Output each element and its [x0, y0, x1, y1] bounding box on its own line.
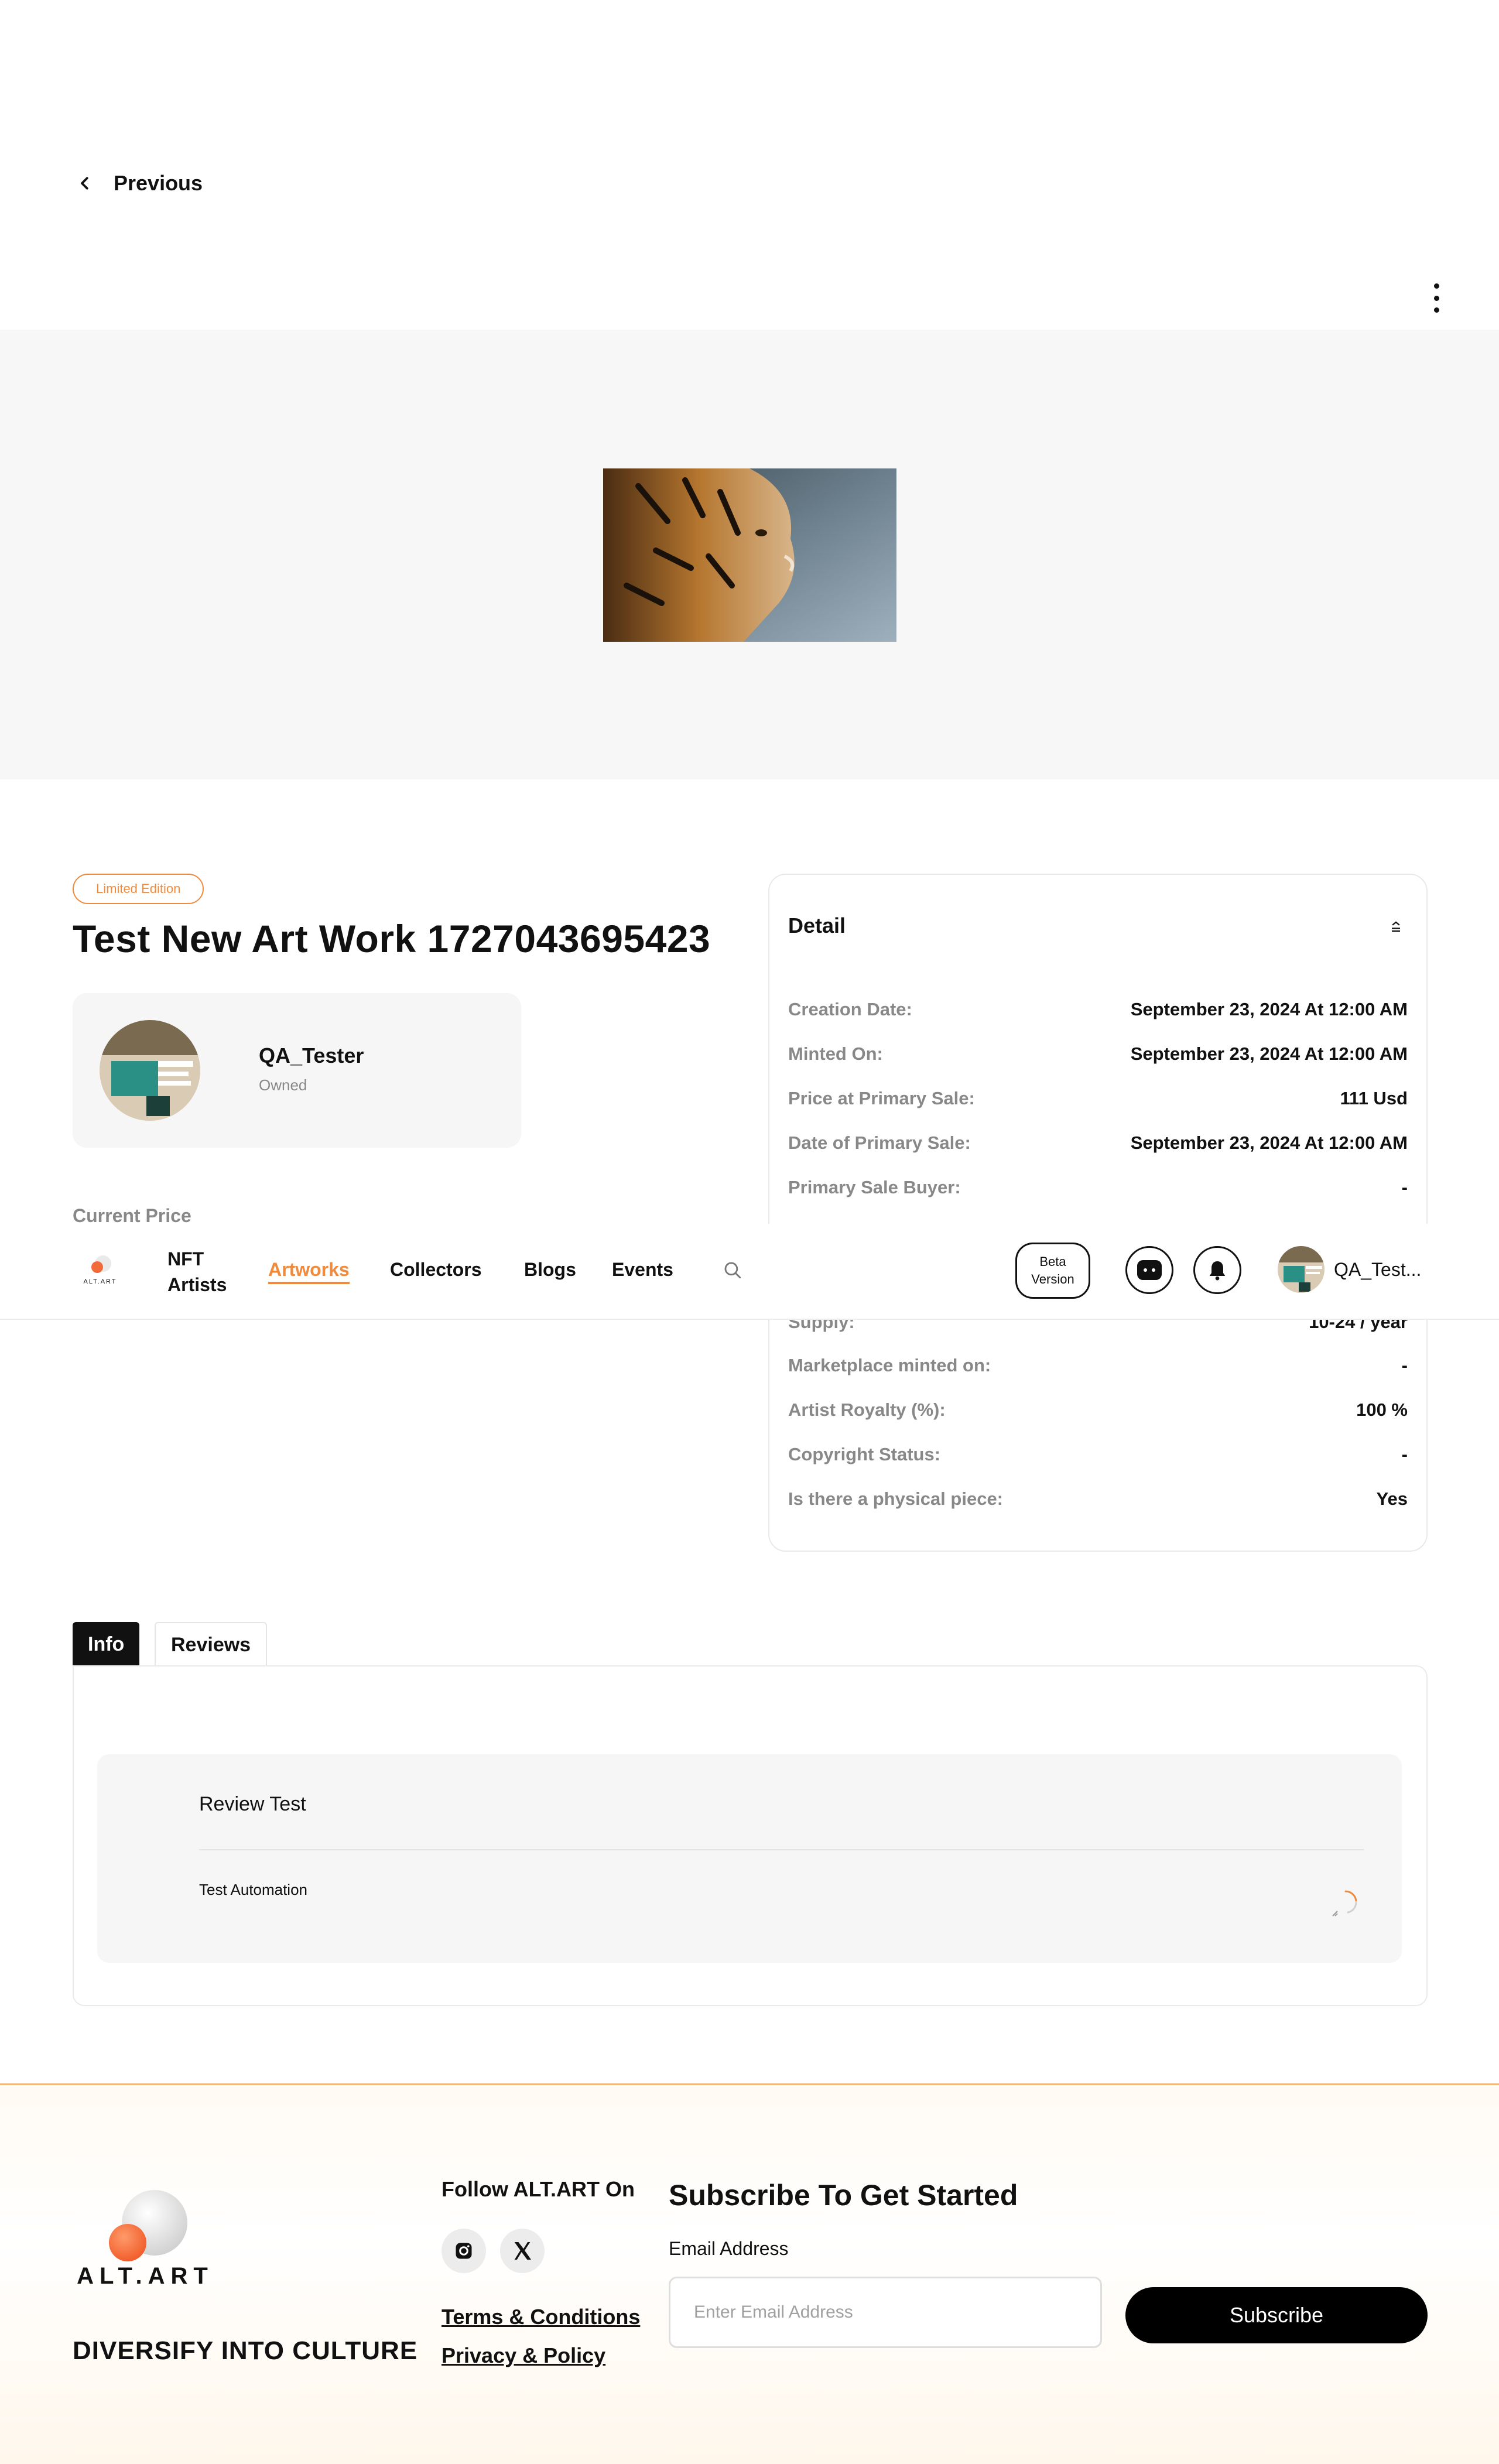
subscribe-button[interactable]: Subscribe	[1125, 2287, 1428, 2343]
x-twitter-button[interactable]	[500, 2229, 545, 2273]
chat-icon	[1137, 1260, 1162, 1280]
detail-label: Primary Sale Buyer:	[788, 1177, 961, 1197]
nav-item-nft-line2: Artists	[167, 1274, 227, 1295]
detail-value: 100 %	[1356, 1399, 1408, 1420]
detail-row: Copyright Status: -	[788, 1442, 1408, 1467]
detail-row: Creation Date: September 23, 2024 At 12:…	[788, 997, 1408, 1022]
terms-link[interactable]: Terms & Conditions	[442, 2305, 640, 2329]
bell-icon	[1209, 1261, 1226, 1281]
edition-badge: Limited Edition	[73, 874, 204, 904]
detail-value: -	[1401, 1177, 1408, 1197]
nav-item-nft-artists[interactable]: NFT Artists	[167, 1246, 227, 1298]
artwork-title: Test New Art Work 1727043695423	[73, 917, 711, 960]
detail-label: Creation Date:	[788, 999, 912, 1019]
detail-row: Is there a physical piece: Yes	[788, 1486, 1408, 1512]
nav-item-events[interactable]: Events	[612, 1259, 673, 1281]
detail-label: Minted On:	[788, 1043, 883, 1064]
detail-title: Detail	[788, 913, 846, 937]
nav-item-blogs[interactable]: Blogs	[524, 1259, 576, 1281]
privacy-link[interactable]: Privacy & Policy	[442, 2343, 605, 2368]
tab-info[interactable]: Info	[73, 1622, 140, 1666]
detail-label: Artist Royalty (%):	[788, 1399, 946, 1420]
detail-value: September 23, 2024 At 12:00 AM	[1130, 1132, 1408, 1153]
user-avatar[interactable]	[1278, 1246, 1325, 1293]
detail-row: Marketplace minted on: -	[788, 1353, 1408, 1378]
detail-label: Is there a physical piece:	[788, 1488, 1004, 1509]
email-label: Email Address	[669, 2238, 789, 2259]
search-icon[interactable]	[723, 1260, 742, 1280]
detail-value: 111 Usd	[1340, 1088, 1408, 1108]
altart-logo[interactable]: ALT.ART	[73, 1252, 128, 1287]
collapse-icon[interactable]	[1388, 918, 1404, 935]
x-icon	[514, 2242, 531, 2260]
review-body: Test Automation	[199, 1881, 307, 1898]
instagram-button[interactable]	[442, 2229, 486, 2273]
footer	[0, 2083, 1499, 2464]
instagram-icon	[456, 2243, 472, 2259]
follow-label: Follow ALT.ART On	[442, 2177, 635, 2201]
subscribe-title: Subscribe To Get Started	[669, 2179, 1018, 2212]
chat-button[interactable]	[1125, 1246, 1173, 1294]
detail-label: Marketplace minted on:	[788, 1355, 991, 1375]
email-input[interactable]	[669, 2277, 1102, 2348]
detail-label: Copyright Status:	[788, 1444, 941, 1464]
owner-status: Owned	[259, 1076, 307, 1094]
footer-logo-text: ALT.ART	[77, 2263, 214, 2289]
detail-row: Price at Primary Sale: 111 Usd	[788, 1086, 1408, 1111]
detail-value: September 23, 2024 At 12:00 AM	[1130, 1043, 1408, 1064]
detail-row: Primary Sale Buyer: -	[788, 1175, 1408, 1200]
logo-text: ALT.ART	[84, 1278, 117, 1285]
previous-button[interactable]: Previous	[76, 171, 203, 196]
detail-label: Date of Primary Sale:	[788, 1132, 971, 1153]
review-card	[97, 1754, 1402, 1963]
tagline: DIVERSIFY INTO CULTURE	[73, 2336, 418, 2365]
detail-row: Minted On: September 23, 2024 At 12:00 A…	[788, 1041, 1408, 1067]
beta-line2: Version	[1031, 1272, 1074, 1286]
avatar[interactable]	[100, 1020, 200, 1121]
current-price-label: Current Price	[73, 1205, 191, 1223]
detail-value: September 23, 2024 At 12:00 AM	[1130, 999, 1408, 1019]
nav-item-nft-line1: NFT	[167, 1248, 204, 1269]
detail-row: Artist Royalty (%): 100 %	[788, 1397, 1408, 1423]
beta-line1: Beta	[1039, 1254, 1066, 1269]
review-title: Review Test	[199, 1793, 306, 1815]
user-name[interactable]: QA_Test...	[1334, 1259, 1421, 1281]
detail-value: Yes	[1376, 1488, 1408, 1509]
divider	[199, 1849, 1364, 1850]
beta-version-badge[interactable]: Beta Version	[1015, 1243, 1090, 1299]
detail-value: -	[1401, 1355, 1408, 1375]
owner-name[interactable]: QA_Tester	[259, 1043, 364, 1068]
nav-item-artworks[interactable]: Artworks	[268, 1259, 350, 1284]
altart-footer-logo[interactable]: ALT.ART	[73, 2184, 223, 2290]
detail-value: -	[1401, 1444, 1408, 1464]
artwork-image[interactable]	[603, 468, 896, 642]
kebab-icon[interactable]	[1428, 283, 1445, 313]
nav-item-collectors[interactable]: Collectors	[390, 1259, 481, 1281]
loading-spinner-icon	[1332, 1890, 1357, 1917]
detail-label: Price at Primary Sale:	[788, 1088, 975, 1108]
tab-reviews[interactable]: Reviews	[155, 1622, 268, 1666]
previous-label: Previous	[114, 171, 203, 195]
notifications-button[interactable]	[1193, 1246, 1241, 1294]
detail-row: Date of Primary Sale: September 23, 2024…	[788, 1130, 1408, 1156]
chevron-left-icon	[81, 177, 88, 190]
